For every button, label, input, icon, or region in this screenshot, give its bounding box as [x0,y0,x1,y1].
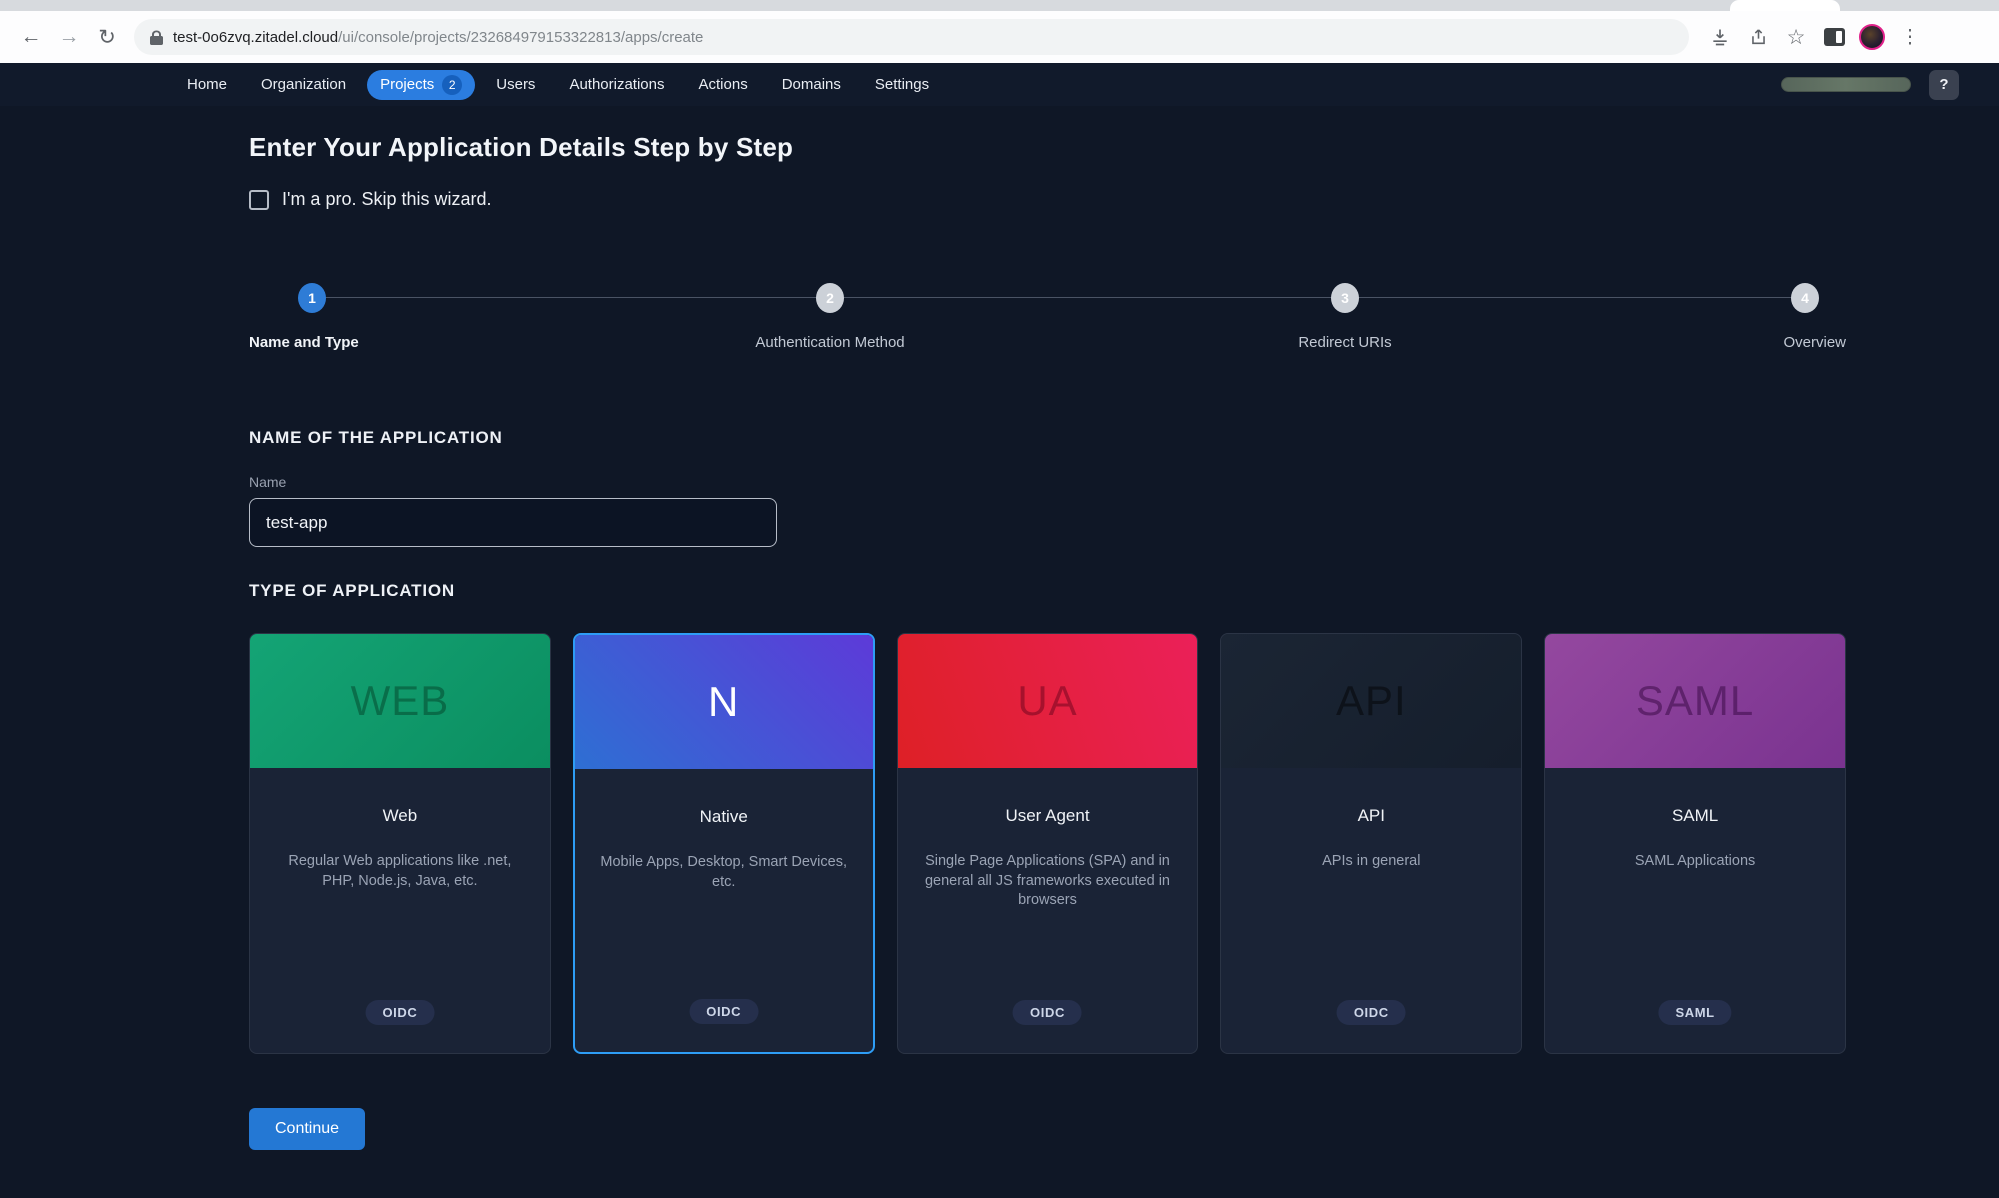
nav-item-authorizations[interactable]: Authorizations [556,71,677,98]
app-type-cards: WEB Web Regular Web applications like .net… [249,633,1846,1054]
card-protocol-badge: SAML [1658,1000,1731,1025]
avatar[interactable] [1855,20,1889,54]
card-description: Mobile Apps, Desktop, Smart Devices, etc… [598,853,850,892]
card-header-label: WEB [351,677,450,725]
step-circle-4: 4 [1791,283,1819,313]
type-section: TYPE OF APPLICATION WEB Web Regular Web ap… [249,581,1846,1054]
continue-button[interactable]: Continue [249,1108,365,1150]
card-body: Web Regular Web applications like .net, P… [250,768,550,1053]
card-description: Regular Web applications like .net, PHP,… [274,852,526,891]
nav-item-home[interactable]: Home [174,71,240,98]
app-type-card-saml[interactable]: SAML SAML SAML Applications SAML [1544,633,1846,1054]
navbar-right: ? [1781,70,1959,100]
step-label-4: Overview [1783,334,1846,351]
step-label-1: Name and Type [249,334,359,351]
nav-item-label: Users [496,76,535,93]
step-circle-3: 3 [1331,283,1359,313]
card-header: API [1221,634,1521,768]
share-icon[interactable] [1741,20,1775,54]
card-body: User Agent Single Page Applications (SPA)… [898,768,1198,1053]
lock-icon [150,30,163,45]
nav-item-projects[interactable]: Projects 2 [367,70,475,100]
nav-item-label: Settings [875,76,929,93]
menu-dots-icon[interactable]: ⋮ [1893,20,1927,54]
reload-icon[interactable]: ↻ [88,19,126,55]
nav-item-domains[interactable]: Domains [769,71,854,98]
name-section: NAME OF THE APPLICATION Name [249,428,1846,547]
card-body: API APIs in general OIDC [1221,768,1521,1053]
step-circle-1: 1 [298,283,326,313]
projects-count-badge: 2 [442,75,462,95]
wizard-stepper: 1 Name and Type 2 Authentication Method 3 Red… [249,282,1846,378]
card-protocol-badge: OIDC [1013,1000,1082,1025]
browser-active-tab[interactable] [1730,0,1840,11]
card-protocol-badge: OIDC [365,1000,434,1025]
skip-wizard-checkbox[interactable] [249,190,269,210]
nav-item-label: Authorizations [569,76,664,93]
card-description: Single Page Applications (SPA) and in ge… [921,852,1173,911]
url-bar[interactable]: test-0o6zvq.zitadel.cloud/ui/console/pro… [134,19,1689,55]
app-type-card-native[interactable]: N Native Mobile Apps, Desktop, Smart Devic… [573,633,875,1054]
nav-item-label: Home [187,76,227,93]
browser-toolbar: ← → ↻ test-0o6zvq.zitadel.cloud/ui/conso… [0,11,1999,63]
browser-tab-strip [0,0,1999,11]
page-title: Enter Your Application Details Step by S… [249,132,1846,163]
card-description: SAML Applications [1635,852,1755,872]
app-name-input[interactable] [249,498,777,547]
card-header-label: UA [1017,677,1077,725]
name-section-title: NAME OF THE APPLICATION [249,428,1846,448]
back-icon[interactable]: ← [12,19,50,55]
nav-item-label: Domains [782,76,841,93]
nav-item-actions[interactable]: Actions [686,71,761,98]
type-section-title: TYPE OF APPLICATION [249,581,1846,601]
toolbar-actions: ☆ ⋮ [1703,20,1927,54]
card-description: APIs in general [1322,852,1420,872]
org-name-skeleton[interactable] [1781,77,1911,92]
skip-wizard-row[interactable]: I'm a pro. Skip this wizard. [249,189,1846,210]
url-path: /ui/console/projects/232684979153322813/… [338,29,703,46]
nav-item-label: Actions [699,76,748,93]
card-body: Native Mobile Apps, Desktop, Smart Device… [575,769,873,1052]
url-domain: test-0o6zvq.zitadel.cloud [173,29,338,46]
card-title: SAML [1672,806,1718,826]
card-header-label: API [1336,677,1407,725]
bookmark-star-icon[interactable]: ☆ [1779,20,1813,54]
side-panel-icon[interactable] [1817,20,1851,54]
card-body: SAML SAML Applications SAML [1545,768,1845,1053]
card-header: WEB [250,634,550,768]
main-content: Enter Your Application Details Step by S… [249,132,1846,1150]
card-header: SAML [1545,634,1845,768]
card-protocol-badge: OIDC [689,999,758,1024]
skip-wizard-label: I'm a pro. Skip this wizard. [282,189,492,210]
app-type-card-web[interactable]: WEB Web Regular Web applications like .net… [249,633,551,1054]
card-title: API [1358,806,1385,826]
name-field-label: Name [249,474,1846,490]
card-header-label: SAML [1636,677,1754,725]
card-header-label: N [708,678,739,726]
help-button[interactable]: ? [1929,70,1959,100]
nav-items: Home Organization Projects 2 Users Authorizat… [174,70,942,100]
card-title: Web [383,806,418,826]
nav-item-users[interactable]: Users [483,71,548,98]
card-title: User Agent [1005,806,1089,826]
card-header: UA [898,634,1198,768]
nav-item-organization[interactable]: Organization [248,71,359,98]
step-label-2: Authentication Method [755,334,904,351]
download-icon[interactable] [1703,20,1737,54]
card-protocol-badge: OIDC [1337,1000,1406,1025]
stepper-line [312,297,1805,298]
step-circle-2: 2 [816,283,844,313]
forward-icon[interactable]: → [50,19,88,55]
app-type-card-user-agent[interactable]: UA User Agent Single Page Applications (SP… [897,633,1199,1054]
nav-item-settings[interactable]: Settings [862,71,942,98]
card-title: Native [700,807,748,827]
url-text: test-0o6zvq.zitadel.cloud/ui/console/pro… [173,29,703,46]
nav-item-label: Organization [261,76,346,93]
app-navbar: Home Organization Projects 2 Users Authorizat… [0,63,1999,106]
nav-item-label: Projects [380,76,434,93]
app-type-card-api[interactable]: API API APIs in general OIDC [1220,633,1522,1054]
card-header: N [575,635,873,769]
step-label-3: Redirect URIs [1298,334,1391,351]
